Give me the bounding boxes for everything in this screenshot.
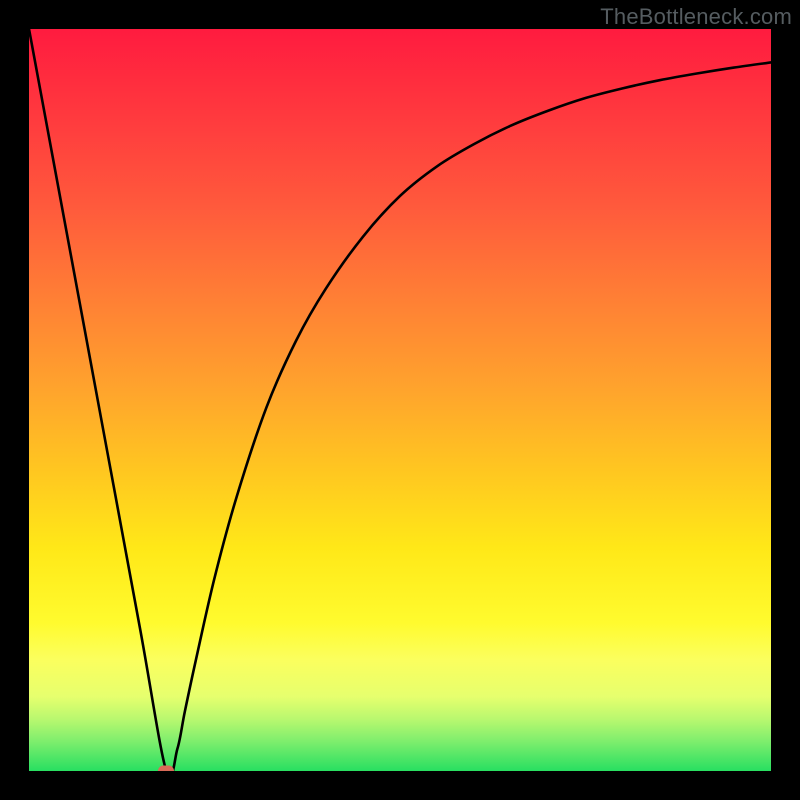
minimum-marker [158, 766, 174, 772]
bottleneck-curve [29, 29, 771, 771]
watermark-text: TheBottleneck.com [600, 4, 792, 30]
chart-frame: TheBottleneck.com [0, 0, 800, 800]
plot-area [29, 29, 771, 771]
